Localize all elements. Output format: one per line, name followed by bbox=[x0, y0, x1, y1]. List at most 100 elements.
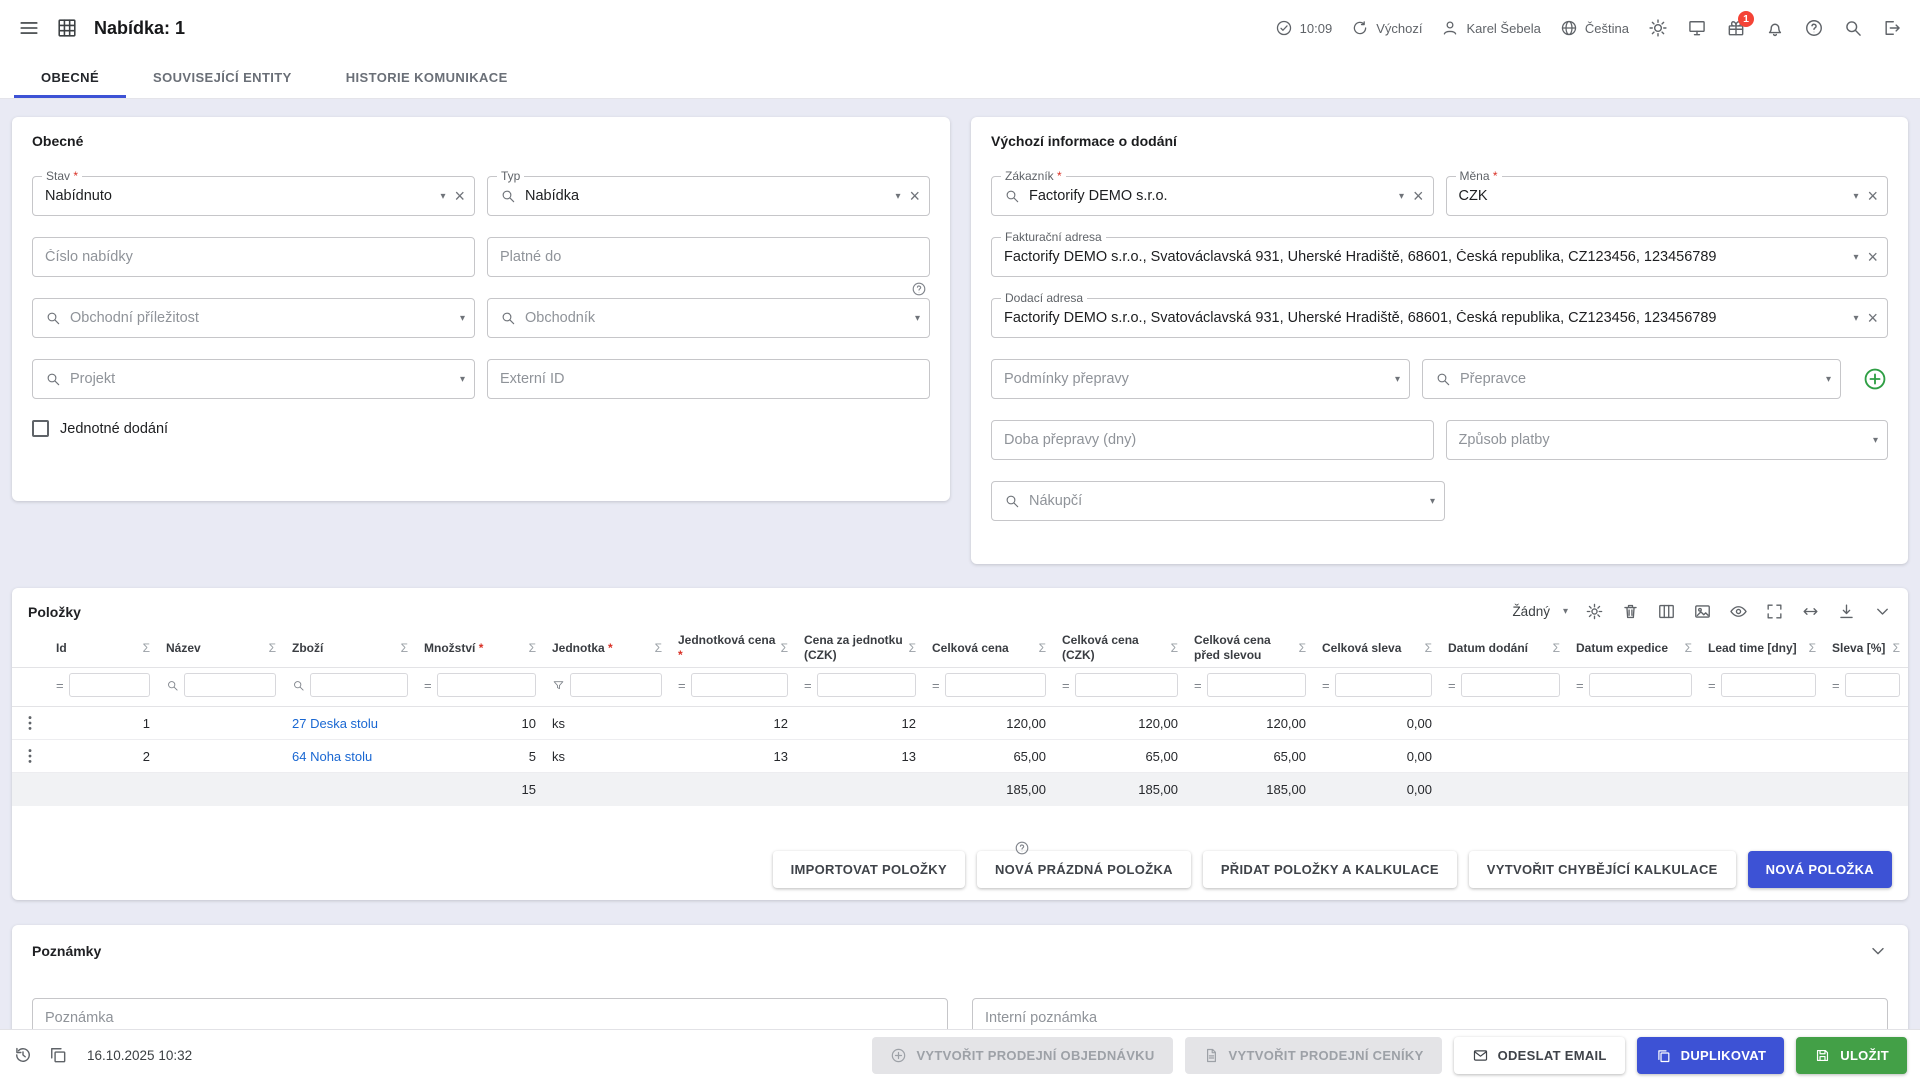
column-filter-input[interactable] bbox=[1207, 673, 1306, 697]
column-filter-input[interactable] bbox=[1721, 673, 1816, 697]
profile-selector[interactable]: Výchozí bbox=[1351, 19, 1422, 37]
equals-filter-icon[interactable]: = bbox=[424, 678, 432, 693]
column-filter-input[interactable] bbox=[1075, 673, 1178, 697]
equals-filter-icon[interactable]: = bbox=[1194, 678, 1202, 693]
column-filter-input[interactable] bbox=[184, 673, 276, 697]
fullscreen-icon[interactable] bbox=[1765, 602, 1784, 621]
col-cena-za-jednotku-czk[interactable]: Cena za jednotku (CZK)Σ bbox=[796, 629, 924, 668]
aggregate-icon[interactable]: Σ bbox=[655, 641, 662, 655]
shipping-terms-field[interactable]: ▾ bbox=[991, 359, 1410, 399]
sync-status[interactable]: 10:09 bbox=[1275, 19, 1333, 37]
col-celkova-cena[interactable]: Celková cenaΣ bbox=[924, 629, 1054, 668]
row-menu-icon[interactable] bbox=[20, 707, 40, 739]
aggregate-icon[interactable]: Σ bbox=[529, 641, 536, 655]
equals-filter-icon[interactable]: = bbox=[932, 678, 940, 693]
funnel-filter-icon[interactable] bbox=[552, 679, 565, 692]
quote-number-field[interactable] bbox=[32, 237, 475, 277]
dropdown-caret-icon[interactable]: ▾ bbox=[1430, 496, 1435, 507]
send-email-button[interactable]: ODESLAT EMAIL bbox=[1454, 1037, 1625, 1074]
external-id-input[interactable] bbox=[500, 371, 920, 387]
col-sleva[interactable]: Sleva [%]Σ bbox=[1824, 629, 1908, 668]
external-id-field[interactable] bbox=[487, 359, 930, 399]
create-missing-calculations-button[interactable]: VYTVOŘIT CHYBĚJÍCÍ KALKULACE bbox=[1469, 851, 1736, 888]
aggregate-icon[interactable]: Σ bbox=[909, 641, 916, 655]
equals-filter-icon[interactable]: = bbox=[1448, 678, 1456, 693]
tab-historie-komunikace[interactable]: HISTORIE KOMUNIKACE bbox=[319, 56, 535, 98]
item-row[interactable]: 1 27 Deska stolu 10 ks 12 12 120,00 120,… bbox=[12, 707, 1908, 740]
equals-filter-icon[interactable]: = bbox=[678, 678, 686, 693]
fit-columns-icon[interactable] bbox=[1801, 602, 1820, 621]
create-sales-order-button[interactable]: VYTVOŘIT PRODEJNÍ OBJEDNÁVKU bbox=[872, 1037, 1172, 1074]
field-help-icon[interactable] bbox=[911, 281, 927, 297]
payment-method-input[interactable] bbox=[1459, 432, 1866, 448]
salesperson-field[interactable]: ▾ bbox=[487, 298, 930, 338]
row-menu-icon[interactable] bbox=[20, 740, 40, 772]
aggregate-icon[interactable]: Σ bbox=[1893, 641, 1900, 655]
col-datum-expedice[interactable]: Datum expediceΣ bbox=[1568, 629, 1700, 668]
billing-address-field[interactable]: Fakturační adresa Factorify DEMO s.r.o.,… bbox=[991, 237, 1888, 277]
help-icon[interactable] bbox=[1804, 18, 1824, 38]
col-datum-dodani[interactable]: Datum dodáníΣ bbox=[1440, 629, 1568, 668]
image-view-icon[interactable] bbox=[1693, 602, 1712, 621]
column-filter-input[interactable] bbox=[945, 673, 1046, 697]
history-icon[interactable] bbox=[13, 1045, 33, 1065]
column-filter-input[interactable] bbox=[1589, 673, 1692, 697]
column-filter-input[interactable] bbox=[570, 673, 662, 697]
col-lead-time[interactable]: Lead time [dny]Σ bbox=[1700, 629, 1824, 668]
buyer-field[interactable]: ▾ bbox=[991, 481, 1445, 521]
carrier-input[interactable] bbox=[1460, 371, 1819, 387]
aggregate-icon[interactable]: Σ bbox=[1039, 641, 1046, 655]
table-settings-gear-icon[interactable] bbox=[1585, 602, 1604, 621]
search-icon[interactable] bbox=[1843, 18, 1863, 38]
dropdown-caret-icon[interactable]: ▾ bbox=[1853, 252, 1858, 263]
col-mnozstvi[interactable]: Množství *Σ bbox=[416, 629, 544, 668]
dropdown-caret-icon[interactable]: ▾ bbox=[1873, 435, 1878, 446]
valid-until-field[interactable] bbox=[487, 237, 930, 277]
aggregate-icon[interactable]: Σ bbox=[1809, 641, 1816, 655]
status-field[interactable]: Stav * Nabídnuto ▾ × bbox=[32, 176, 475, 216]
restore-icon[interactable] bbox=[48, 1045, 68, 1065]
clear-icon[interactable]: × bbox=[1413, 187, 1424, 205]
aggregate-icon[interactable]: Σ bbox=[1171, 641, 1178, 655]
user-menu[interactable]: Karel Šebela bbox=[1441, 19, 1540, 37]
column-filter-input[interactable] bbox=[69, 673, 150, 697]
equals-filter-icon[interactable]: = bbox=[1832, 678, 1840, 693]
col-jednotka[interactable]: Jednotka *Σ bbox=[544, 629, 670, 668]
clear-icon[interactable]: × bbox=[1867, 309, 1878, 327]
opportunity-input[interactable] bbox=[70, 310, 453, 326]
export-download-icon[interactable] bbox=[1837, 602, 1856, 621]
aggregate-icon[interactable]: Σ bbox=[401, 641, 408, 655]
whats-new-gift-icon[interactable]: 1 bbox=[1726, 18, 1746, 38]
collapse-chevron-icon[interactable] bbox=[1868, 941, 1888, 961]
col-zbozi[interactable]: ZbožíΣ bbox=[284, 629, 416, 668]
project-field[interactable]: ▾ bbox=[32, 359, 475, 399]
aggregate-icon[interactable]: Σ bbox=[781, 641, 788, 655]
aggregate-icon[interactable]: Σ bbox=[1685, 641, 1692, 655]
clear-icon[interactable]: × bbox=[1867, 248, 1878, 266]
column-filter-input[interactable] bbox=[691, 673, 788, 697]
dropdown-caret-icon[interactable]: ▾ bbox=[1826, 374, 1831, 385]
logout-icon[interactable] bbox=[1882, 18, 1902, 38]
single-delivery-checkbox[interactable] bbox=[32, 420, 49, 437]
shipping-time-input[interactable] bbox=[1004, 432, 1424, 448]
item-row[interactable]: 2 64 Noha stolu 5 ks 13 13 65,00 65,00 6… bbox=[12, 740, 1908, 773]
dropdown-caret-icon[interactable]: ▾ bbox=[1395, 374, 1400, 385]
note-input[interactable] bbox=[45, 1010, 938, 1026]
salesperson-input[interactable] bbox=[525, 310, 908, 326]
column-filter-input[interactable] bbox=[1845, 673, 1900, 697]
aggregate-select[interactable]: Žádný▾ bbox=[1512, 604, 1568, 619]
new-empty-item-button[interactable]: NOVÁ PRÁZDNÁ POLOŽKA bbox=[977, 851, 1191, 888]
import-items-button[interactable]: IMPORTOVAT POLOŽKY bbox=[773, 851, 965, 888]
single-delivery-checkbox-row[interactable]: Jednotné dodání bbox=[12, 420, 950, 437]
clear-icon[interactable]: × bbox=[1867, 187, 1878, 205]
dropdown-caret-icon[interactable]: ▾ bbox=[1853, 191, 1858, 202]
dropdown-caret-icon[interactable]: ▾ bbox=[440, 191, 445, 202]
aggregate-icon[interactable]: Σ bbox=[269, 641, 276, 655]
col-id[interactable]: IdΣ bbox=[48, 629, 158, 668]
search-filter-icon[interactable] bbox=[166, 679, 179, 692]
customer-field[interactable]: Zákazník * Factorify DEMO s.r.o. ▾ × bbox=[991, 176, 1434, 216]
equals-filter-icon[interactable]: = bbox=[1062, 678, 1070, 693]
dropdown-caret-icon[interactable]: ▾ bbox=[460, 313, 465, 324]
duplicate-button[interactable]: DUPLIKOVAT bbox=[1637, 1037, 1785, 1074]
col-celkova-cena-czk[interactable]: Celková cena (CZK)Σ bbox=[1054, 629, 1186, 668]
